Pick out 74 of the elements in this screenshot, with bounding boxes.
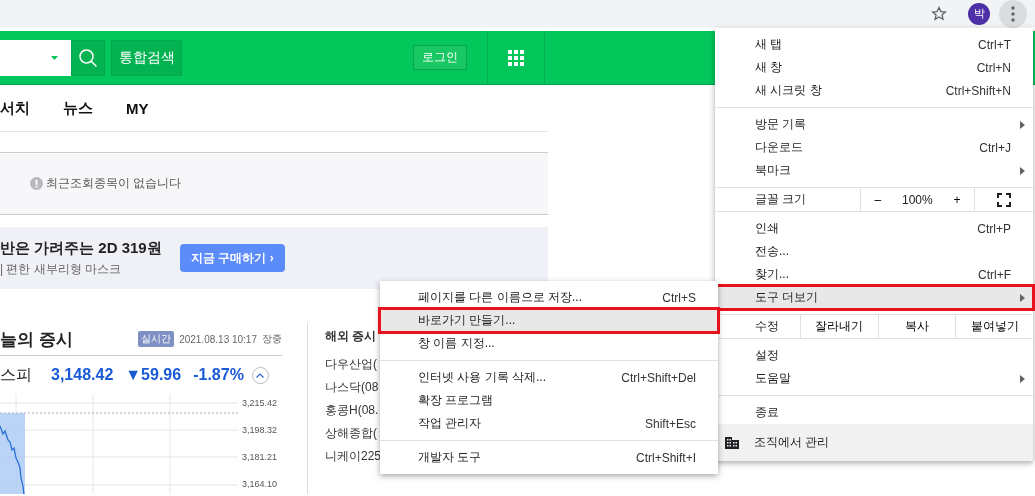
- menu-item[interactable]: 새 탭 Ctrl+T: [715, 33, 1033, 56]
- menu-item[interactable]: 바로가기 만들기...: [380, 309, 718, 332]
- shortcut-label: Ctrl+S: [662, 290, 696, 305]
- shortcut-label: Shift+Esc: [644, 416, 696, 431]
- menu-item[interactable]: 새 창 Ctrl+N: [715, 56, 1033, 79]
- section-title: 해외 증시: [325, 328, 378, 345]
- realtime-badge: 실시간: [138, 331, 175, 347]
- index-link[interactable]: 니케이225: [325, 445, 380, 468]
- profile-avatar[interactable]: 박: [968, 2, 990, 25]
- index-link[interactable]: 다우산업(: [325, 353, 380, 376]
- menu-item[interactable]: 종료: [715, 401, 1033, 424]
- index-link[interactable]: 나스닥(08: [325, 376, 380, 399]
- index-value: 3,148.42: [51, 366, 114, 384]
- section-title: 늘의 증시: [0, 328, 73, 351]
- index-name: 스피: [0, 364, 33, 385]
- menu-item[interactable]: 창 이름 지정...: [380, 332, 718, 355]
- axis-tick-label: 3,181.21: [242, 451, 278, 464]
- banner-subtitle: | 편한 새부리형 마스크: [0, 260, 123, 278]
- apps-grid-icon[interactable]: [508, 49, 524, 66]
- shortcut-label: Ctrl+N: [976, 60, 1011, 75]
- index-link[interactable]: 상해종합(: [325, 422, 380, 445]
- fullscreen-icon: [997, 192, 1011, 207]
- search-icon: [78, 47, 98, 68]
- menu-item[interactable]: 확장 프로그램: [380, 389, 718, 412]
- star-icon: [931, 5, 947, 22]
- menu-item[interactable]: 도움말: [715, 367, 1033, 390]
- shortcut-label: Ctrl+Shift+N: [945, 83, 1011, 98]
- menu-button[interactable]: [999, 0, 1027, 28]
- session-label: 장중: [262, 332, 282, 346]
- shortcut-label: Ctrl+Shift+I: [635, 450, 696, 465]
- index-percent: -1.87%: [193, 366, 244, 384]
- index-link[interactable]: 홍콩H(08.: [325, 399, 380, 422]
- menu-item[interactable]: 새 시크릿 창 Ctrl+Shift+N: [715, 79, 1033, 102]
- shortcut-label: Ctrl+T: [978, 37, 1011, 52]
- menu-label: 글꼴 크기: [754, 191, 808, 208]
- empty-message: 최근조회종목이 없습니다: [46, 175, 182, 192]
- menu-item[interactable]: 설정: [715, 344, 1033, 367]
- menu-item[interactable]: 인쇄 Ctrl+P: [715, 217, 1033, 240]
- menu-item[interactable]: 도구 더보기: [715, 286, 1033, 309]
- axis-tick-label: 3,164.10: [242, 478, 278, 491]
- managed-by-org-item[interactable]: 조직에서 관리: [715, 424, 1033, 461]
- menu-item[interactable]: 다운로드 Ctrl+J: [715, 136, 1033, 159]
- zoom-level: 100%: [901, 192, 933, 207]
- timestamp: 2021.08.13 10:17: [179, 333, 257, 345]
- building-icon: [725, 436, 739, 449]
- search-field[interactable]: [0, 39, 71, 76]
- search-button[interactable]: [71, 39, 105, 76]
- menu-item[interactable]: 북마크: [715, 159, 1033, 182]
- menu-item[interactable]: 방문 기록: [715, 113, 1033, 136]
- info-icon: [30, 177, 43, 190]
- index-change: ▼59.96: [125, 366, 182, 384]
- shortcut-label: Ctrl+P: [977, 221, 1011, 236]
- chevron-up-icon: [256, 372, 265, 378]
- shortcut-label: Ctrl+F: [978, 267, 1011, 282]
- caret-icon: [51, 55, 58, 60]
- collapse-button[interactable]: [251, 366, 269, 384]
- shortcut-label: Ctrl+J: [979, 140, 1011, 155]
- menu-item[interactable]: 페이지를 다른 이름으로 저장... Ctrl+S: [380, 286, 718, 309]
- nav-tab[interactable]: 뉴스: [63, 98, 93, 118]
- shortcut-label: Ctrl+Shift+Del: [621, 370, 696, 385]
- menu-item[interactable]: 찾기... Ctrl+F: [715, 263, 1033, 286]
- menu-item[interactable]: 전송...: [715, 240, 1033, 263]
- menu-item[interactable]: 인터넷 사용 기록 삭제... Ctrl+Shift+Del: [380, 366, 718, 389]
- axis-tick-label: 3,215.42: [242, 397, 278, 410]
- menu-item[interactable]: 작업 관리자 Shift+Esc: [380, 412, 718, 435]
- axis-tick-label: 3,198.32: [242, 424, 278, 437]
- banner-title: 반은 가려주는 2D 319원: [0, 238, 163, 258]
- nav-tab[interactable]: MY: [126, 99, 149, 117]
- zoom-in-button[interactable]: +: [947, 192, 967, 207]
- nav-tab[interactable]: 서치: [0, 98, 30, 118]
- zoom-out-button[interactable]: –: [868, 192, 888, 207]
- menu-item[interactable]: 개발자 도구 Ctrl+Shift+I: [380, 446, 718, 469]
- menu-icon: [1011, 5, 1015, 22]
- menu-label: 수정: [754, 318, 780, 335]
